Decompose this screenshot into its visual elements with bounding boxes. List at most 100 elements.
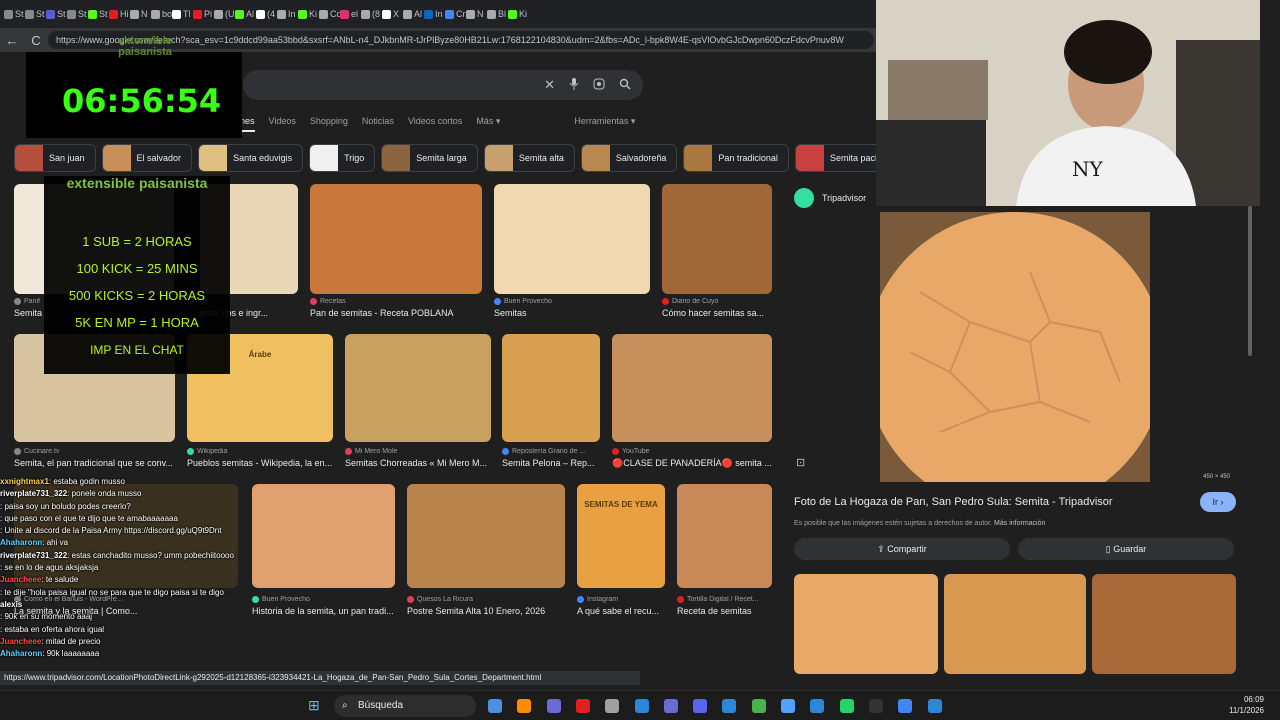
result-image[interactable] — [677, 484, 772, 588]
save-button[interactable]: ▯ Guardar — [1018, 538, 1234, 560]
browser-tab[interactable]: N — [466, 4, 487, 24]
result-source[interactable]: Diario de Cuyo — [662, 298, 772, 305]
result-source[interactable]: YouTube — [612, 448, 772, 455]
browser-tab[interactable]: Ki — [508, 4, 529, 24]
browser-tab[interactable]: Cd — [319, 4, 342, 24]
result-caption[interactable]: Semita, el pan tradicional que se conv..… — [14, 458, 175, 468]
result-image[interactable] — [612, 334, 772, 442]
tab-videos[interactable]: Videos — [269, 116, 296, 132]
scrollbar[interactable] — [1244, 206, 1280, 684]
suggestion-chip[interactable]: Trigo — [309, 144, 376, 172]
share-button[interactable]: ⇪ Compartir — [794, 538, 1010, 560]
edge-icon[interactable] — [634, 699, 649, 713]
result-source[interactable]: Instagram — [577, 596, 665, 603]
result-caption[interactable]: 🔴CLASE DE PANADERÍA🔴 semita ... — [612, 458, 772, 469]
tab-more[interactable]: Más ▾ — [476, 116, 500, 132]
browser-tab[interactable]: Al — [403, 4, 424, 24]
mail-icon[interactable] — [722, 699, 737, 713]
browser-tab[interactable]: St — [4, 4, 25, 24]
result-source[interactable]: Repostería Grano de ... — [502, 448, 600, 455]
search-icon[interactable] — [619, 78, 631, 93]
taskbar-search[interactable]: ⌕ Búsqueda — [334, 695, 476, 717]
suggestion-chip[interactable]: Semita alta — [483, 144, 575, 172]
result-source[interactable]: Recetas — [310, 298, 482, 305]
suggestion-chip[interactable]: Santa eduvigis — [198, 144, 304, 172]
panel-source[interactable]: Tripadvisor — [794, 188, 866, 208]
result-image[interactable] — [494, 184, 650, 294]
teams-icon[interactable] — [810, 699, 825, 713]
copilot-icon[interactable] — [546, 699, 561, 713]
result-caption[interactable]: Semitas — [494, 308, 650, 318]
preview-image[interactable] — [865, 212, 1165, 512]
result-image[interactable] — [662, 184, 772, 294]
result-caption[interactable]: Semita Pelona – Rep... — [502, 458, 600, 468]
search-input[interactable]: ✕ — [243, 70, 643, 100]
tab-shopping[interactable]: Shopping — [310, 116, 348, 132]
mic-icon[interactable] — [569, 77, 579, 93]
suggestion-chip[interactable]: Salvadoreña — [580, 144, 678, 172]
whatsapp-icon[interactable] — [839, 699, 854, 713]
more-info-link[interactable]: Más información — [994, 520, 1045, 527]
browser-tab[interactable]: Al — [235, 4, 256, 24]
widgets-icon[interactable] — [488, 699, 502, 713]
result-image[interactable] — [502, 334, 600, 442]
discord-icon[interactable] — [693, 699, 708, 713]
lens-icon[interactable] — [593, 78, 605, 93]
result-caption[interactable]: Pueblos semitas - Wikipedia, la en... — [187, 458, 333, 468]
suggestion-chip[interactable]: El salvador — [101, 144, 193, 172]
clear-icon[interactable]: ✕ — [544, 77, 555, 93]
browser-tab[interactable]: el — [340, 4, 361, 24]
browser-tab[interactable]: N — [130, 4, 151, 24]
browser-tab[interactable]: Cr — [445, 4, 466, 24]
browser-tab[interactable]: bo — [151, 4, 172, 24]
tab-news[interactable]: Noticias — [362, 116, 394, 132]
visit-button[interactable]: Ir › — [1200, 492, 1236, 512]
result-source[interactable]: Cucinare.tv — [14, 448, 175, 455]
tab-images[interactable]: nes — [240, 116, 255, 132]
browser-tab[interactable]: Tl — [172, 4, 193, 24]
result-caption[interactable]: Semitas Chorreadas « Mi Mero M... — [345, 458, 491, 468]
result-caption[interactable]: A qué sabe el recu... — [577, 606, 665, 616]
result-image[interactable] — [345, 334, 491, 442]
result-source[interactable]: Wikipedia — [187, 448, 333, 455]
opera-icon[interactable] — [575, 699, 590, 713]
result-caption[interactable]: Receta de semitas — [677, 606, 772, 616]
browser-tab[interactable]: Bl — [487, 4, 508, 24]
browser-tab[interactable]: In — [424, 4, 445, 24]
pen-icon[interactable] — [605, 699, 620, 713]
result-image[interactable]: SEMITAS DE YEMA — [577, 484, 665, 588]
browser-tab[interactable]: (U — [214, 4, 235, 24]
browser-tab[interactable]: St — [25, 4, 46, 24]
browser-tab[interactable]: Hi — [109, 4, 130, 24]
tab-short-videos[interactable]: Videos cortos — [408, 116, 462, 132]
related-image[interactable] — [1092, 574, 1236, 674]
suggestion-chip[interactable]: Semita larga — [381, 144, 478, 172]
notepad-icon[interactable] — [781, 699, 795, 713]
result-source[interactable]: Buen Provecho — [494, 298, 650, 305]
back-icon[interactable]: ← — [0, 33, 24, 48]
files-icon[interactable] — [517, 699, 532, 713]
browser-tab[interactable]: St — [46, 4, 67, 24]
result-caption[interactable]: Cómo hacer semitas sa... — [662, 308, 772, 318]
browser-tab[interactable]: (4 — [256, 4, 277, 24]
result-image[interactable] — [407, 484, 565, 588]
chrome-icon[interactable] — [751, 699, 766, 713]
reload-icon[interactable]: C — [24, 33, 48, 48]
suggestion-chip[interactable]: Pan tradicional — [683, 144, 789, 172]
result-source[interactable]: Mi Mero Mole — [345, 448, 491, 455]
preview-title[interactable]: Foto de La Hogaza de Pan, San Pedro Sula… — [794, 496, 1194, 508]
result-source[interactable]: Quesos La Ricura — [407, 596, 565, 603]
related-image[interactable] — [794, 574, 938, 674]
browser-tab[interactable]: In — [277, 4, 298, 24]
suggestion-chip[interactable]: San juan — [14, 144, 96, 172]
browser-tab[interactable]: St — [67, 4, 88, 24]
start-icon[interactable]: ⊞ — [308, 697, 320, 714]
suggestion-chip[interactable]: Semita pacha — [794, 144, 880, 172]
browser-tab[interactable]: St — [88, 4, 109, 24]
result-image[interactable] — [310, 184, 482, 294]
tools-button[interactable]: Herramientas ▾ — [574, 116, 635, 132]
settings-icon[interactable] — [663, 699, 678, 713]
related-image[interactable] — [944, 574, 1086, 674]
result-caption[interactable]: Pan de semitas - Receta POBLANA — [310, 308, 482, 318]
chrome-icon[interactable] — [898, 699, 913, 713]
